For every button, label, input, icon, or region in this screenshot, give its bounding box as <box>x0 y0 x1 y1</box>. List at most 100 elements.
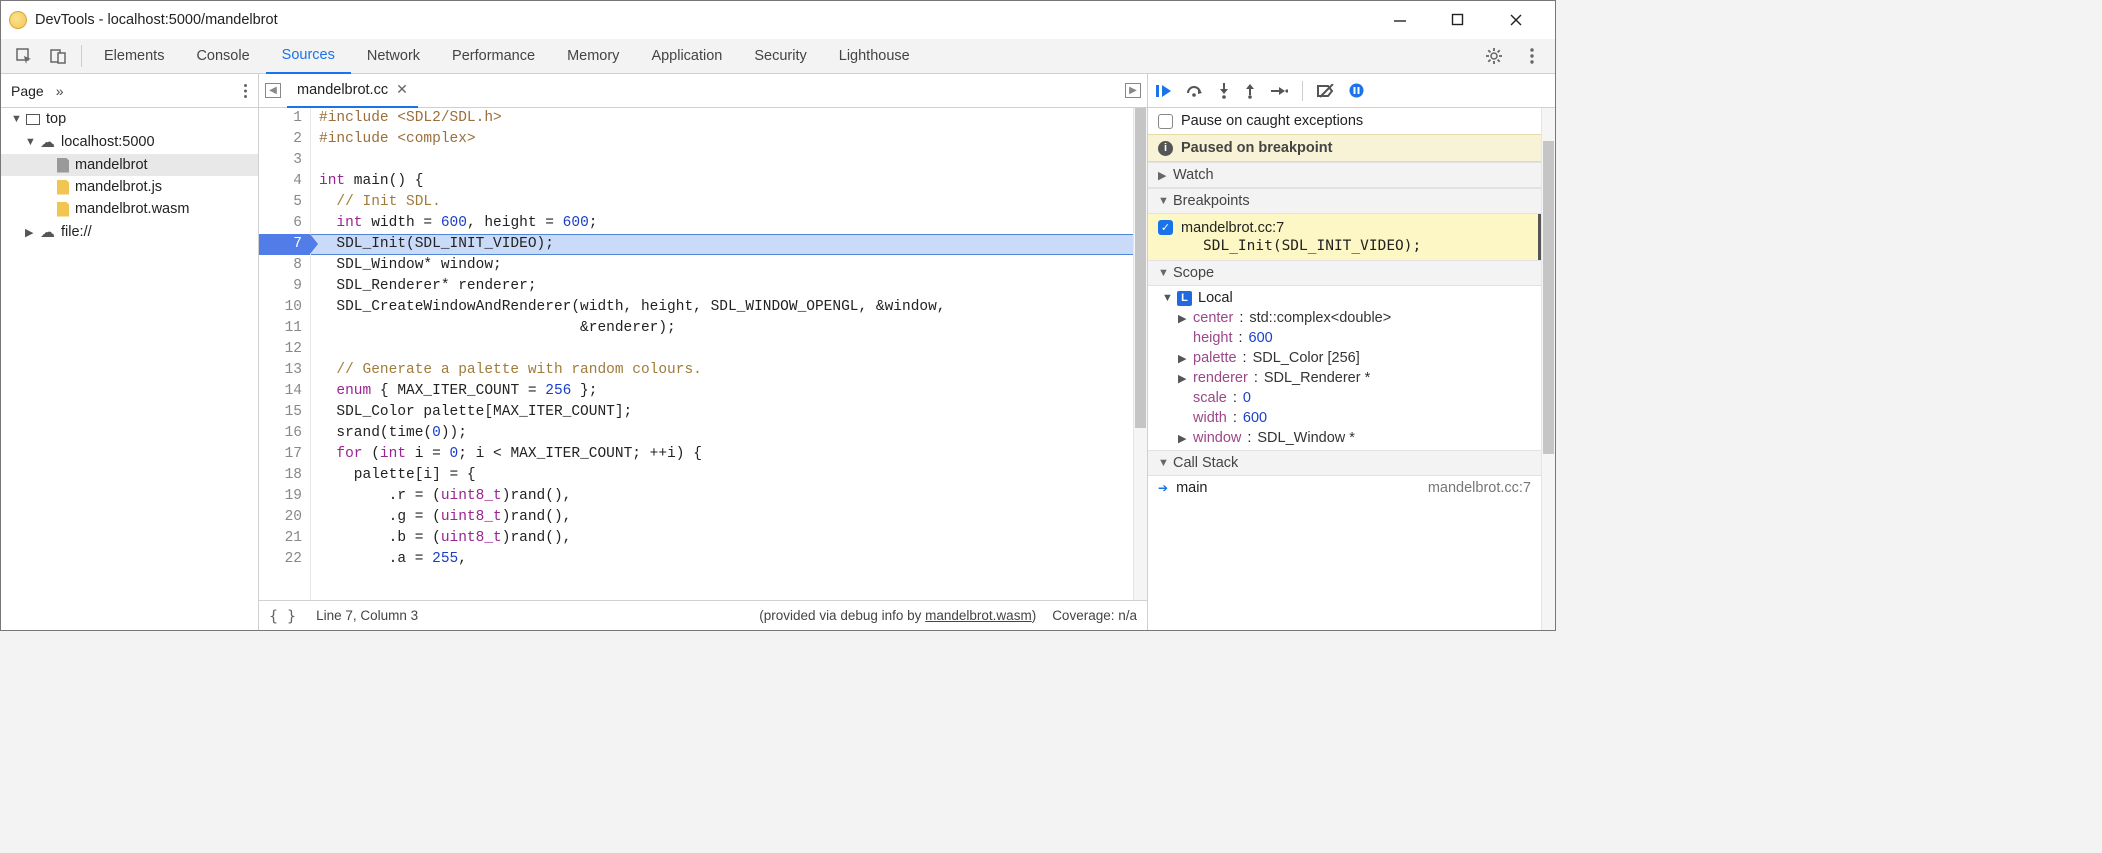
breakpoint-item[interactable]: ✓ mandelbrot.cc:7 SDL_Init(SDL_INIT_VIDE… <box>1148 214 1541 260</box>
panel-tab-sources[interactable]: Sources <box>266 39 351 74</box>
line-number[interactable]: 9 <box>259 276 310 297</box>
breakpoints-section-header[interactable]: ▼ Breakpoints <box>1148 188 1541 214</box>
code-line[interactable]: SDL_Renderer* renderer; <box>311 276 1133 297</box>
line-number[interactable]: 8 <box>259 255 310 276</box>
code-line[interactable]: // Generate a palette with random colour… <box>311 360 1133 381</box>
tree-top[interactable]: ▼ top <box>1 108 258 130</box>
sidebar-kebab-icon[interactable] <box>243 83 248 99</box>
panel-tab-console[interactable]: Console <box>180 39 265 74</box>
tree-host[interactable]: ▼ ☁ localhost:5000 <box>1 130 258 154</box>
tree-file-mandelbrot[interactable]: mandelbrot <box>1 154 258 176</box>
panel-tab-network[interactable]: Network <box>351 39 436 74</box>
code-line[interactable]: SDL_Init(SDL_INIT_VIDEO); <box>311 234 1133 255</box>
step-out-icon[interactable] <box>1244 83 1256 99</box>
settings-icon[interactable] <box>1477 43 1511 69</box>
maximize-button[interactable] <box>1451 13 1483 27</box>
code-editor[interactable]: #include <SDL2/SDL.h>#include <complex> i… <box>311 108 1133 600</box>
close-button[interactable] <box>1509 13 1541 27</box>
pause-on-caught-checkbox[interactable] <box>1158 114 1173 129</box>
code-line[interactable]: enum { MAX_ITER_COUNT = 256 }; <box>311 381 1133 402</box>
pause-on-exceptions-icon[interactable] <box>1349 83 1364 98</box>
line-number[interactable]: 2 <box>259 129 310 150</box>
line-number[interactable]: 1 <box>259 108 310 129</box>
scope-local-header[interactable]: ▼ L Local <box>1148 288 1541 308</box>
line-gutter[interactable]: 12345678910111213141516171819202122 <box>259 108 311 600</box>
code-line[interactable]: &renderer); <box>311 318 1133 339</box>
scope-variable[interactable]: ▶palette: SDL_Color [256] <box>1148 348 1541 368</box>
code-line[interactable]: srand(time(0)); <box>311 423 1133 444</box>
panel-tab-lighthouse[interactable]: Lighthouse <box>823 39 926 74</box>
line-number[interactable]: 3 <box>259 150 310 171</box>
debug-scrollbar[interactable] <box>1541 108 1555 630</box>
kebab-menu-icon[interactable] <box>1521 43 1543 69</box>
watch-section-header[interactable]: ▶ Watch <box>1148 162 1541 188</box>
scope-section-header[interactable]: ▼ Scope <box>1148 260 1541 286</box>
minimize-button[interactable] <box>1393 13 1425 27</box>
pretty-print-icon[interactable]: { } <box>269 607 296 625</box>
panel-tab-performance[interactable]: Performance <box>436 39 551 74</box>
line-number[interactable]: 18 <box>259 465 310 486</box>
panel-tab-memory[interactable]: Memory <box>551 39 635 74</box>
code-line[interactable]: .a = 255, <box>311 549 1133 570</box>
line-number[interactable]: 4 <box>259 171 310 192</box>
code-line[interactable]: #include <SDL2/SDL.h> <box>311 108 1133 129</box>
code-line[interactable] <box>311 150 1133 171</box>
code-line[interactable]: .r = (uint8_t)rand(), <box>311 486 1133 507</box>
scope-variable[interactable]: ▶center: std::complex<double> <box>1148 308 1541 328</box>
scope-variable[interactable]: height: 600 <box>1148 328 1541 348</box>
line-number[interactable]: 6 <box>259 213 310 234</box>
line-number[interactable]: 10 <box>259 297 310 318</box>
device-toolbar-icon[interactable] <box>41 43 75 69</box>
line-number[interactable]: 19 <box>259 486 310 507</box>
code-line[interactable]: int main() { <box>311 171 1133 192</box>
callstack-section-header[interactable]: ▼ Call Stack <box>1148 450 1541 476</box>
line-number[interactable]: 7 <box>259 234 310 255</box>
close-tab-icon[interactable]: ✕ <box>396 81 408 98</box>
code-line[interactable]: // Init SDL. <box>311 192 1133 213</box>
step-over-icon[interactable] <box>1186 84 1204 98</box>
code-line[interactable]: int width = 600, height = 600; <box>311 213 1133 234</box>
navigator-toggle-icon[interactable]: ◀ <box>265 83 281 98</box>
scope-variable[interactable]: ▶window: SDL_Window * <box>1148 428 1541 448</box>
deactivate-breakpoints-icon[interactable] <box>1317 84 1335 98</box>
line-number[interactable]: 13 <box>259 360 310 381</box>
line-number[interactable]: 14 <box>259 381 310 402</box>
panel-tab-application[interactable]: Application <box>635 39 738 74</box>
tree-file-mandelbrot-wasm[interactable]: mandelbrot.wasm <box>1 198 258 220</box>
pause-on-caught-row[interactable]: Pause on caught exceptions <box>1148 108 1541 134</box>
tree-file-mandelbrot-js[interactable]: mandelbrot.js <box>1 176 258 198</box>
editor-scrollbar[interactable] <box>1133 108 1147 600</box>
line-number[interactable]: 16 <box>259 423 310 444</box>
more-tabs-icon[interactable]: » <box>56 83 64 99</box>
code-line[interactable] <box>311 339 1133 360</box>
code-line[interactable]: SDL_Color palette[MAX_ITER_COUNT]; <box>311 402 1133 423</box>
step-icon[interactable] <box>1270 85 1288 97</box>
page-tab[interactable]: Page <box>11 83 44 99</box>
code-line[interactable]: .g = (uint8_t)rand(), <box>311 507 1133 528</box>
code-line[interactable]: SDL_CreateWindowAndRenderer(width, heigh… <box>311 297 1133 318</box>
tree-file-scheme[interactable]: ▶ ☁ file:// <box>1 220 258 244</box>
code-line[interactable]: palette[i] = { <box>311 465 1133 486</box>
inspect-element-icon[interactable] <box>7 43 41 69</box>
code-line[interactable]: .b = (uint8_t)rand(), <box>311 528 1133 549</box>
line-number[interactable]: 20 <box>259 507 310 528</box>
scope-variable[interactable]: width: 600 <box>1148 408 1541 428</box>
scope-variable[interactable]: scale: 0 <box>1148 388 1541 408</box>
code-line[interactable]: SDL_Window* window; <box>311 255 1133 276</box>
line-number[interactable]: 11 <box>259 318 310 339</box>
debugger-toggle-icon[interactable]: ▶ <box>1125 83 1141 98</box>
code-line[interactable]: #include <complex> <box>311 129 1133 150</box>
callstack-frame[interactable]: ➔ main mandelbrot.cc:7 <box>1148 476 1541 500</box>
step-into-icon[interactable] <box>1218 83 1230 99</box>
code-line[interactable]: for (int i = 0; i < MAX_ITER_COUNT; ++i)… <box>311 444 1133 465</box>
panel-tab-security[interactable]: Security <box>738 39 822 74</box>
breakpoint-checkbox[interactable]: ✓ <box>1158 220 1173 235</box>
line-number[interactable]: 22 <box>259 549 310 570</box>
resume-icon[interactable] <box>1156 84 1172 98</box>
line-number[interactable]: 15 <box>259 402 310 423</box>
line-number[interactable]: 21 <box>259 528 310 549</box>
line-number[interactable]: 5 <box>259 192 310 213</box>
wasm-source-link[interactable]: mandelbrot.wasm <box>925 608 1032 623</box>
line-number[interactable]: 12 <box>259 339 310 360</box>
panel-tab-elements[interactable]: Elements <box>88 39 180 74</box>
